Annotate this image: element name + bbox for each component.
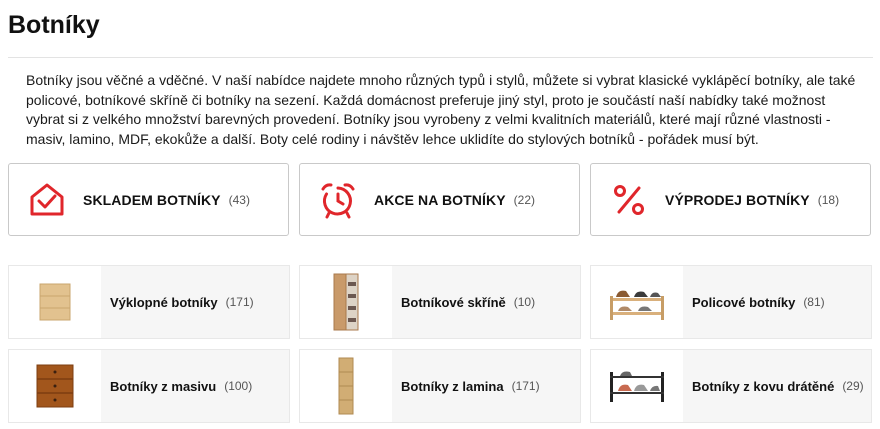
intro-text: Botníky jsou věčné a vděčné. V naší nabí…	[26, 72, 856, 147]
tilting-shoe-cabinet-image	[39, 283, 71, 321]
category-name: Botníky z masivu	[110, 378, 217, 394]
category-thumbnail	[591, 266, 683, 338]
house-check-icon	[30, 183, 64, 215]
wire-metal-rack-image	[610, 371, 664, 402]
category-shoe-wardrobes[interactable]: Botníkové skříně (10)	[299, 265, 581, 339]
category-name: Botníky z lamina	[401, 378, 504, 394]
laminate-cabinet-image	[338, 357, 354, 415]
category-name: Policové botníky	[692, 294, 796, 310]
promo-count: (43)	[228, 192, 250, 207]
promo-in-stock-button[interactable]: SKLADEM BOTNÍKY (43)	[8, 163, 289, 236]
percent-icon	[614, 184, 644, 215]
promo-count: (18)	[817, 192, 840, 207]
shelf-shoe-rack-image	[610, 290, 664, 320]
category-count: (10)	[513, 295, 536, 309]
category-count: (171)	[225, 295, 254, 309]
promo-count: (22)	[513, 192, 535, 207]
promo-clearance-button[interactable]: VÝPRODEJ BOTNÍKY (18)	[590, 163, 871, 236]
page-title: Botníky	[8, 11, 100, 39]
category-name: Botníkové skříně	[401, 294, 506, 310]
category-count: (29)	[842, 379, 864, 393]
category-thumbnail	[591, 350, 683, 422]
category-thumbnail	[9, 266, 101, 338]
category-thumbnail	[300, 266, 392, 338]
promo-label: SKLADEM BOTNÍKY	[83, 191, 221, 208]
category-thumbnail	[9, 350, 101, 422]
title-divider	[8, 57, 873, 58]
category-tilting-shoe-cabinets[interactable]: Výklopné botníky (171)	[8, 265, 290, 339]
shoe-wardrobe-image	[333, 273, 359, 331]
category-count: (171)	[511, 379, 540, 393]
solid-wood-cabinet-image	[36, 364, 74, 408]
promo-label: AKCE NA BOTNÍKY	[374, 191, 506, 208]
category-shelf-shoe-racks[interactable]: Policové botníky (81)	[590, 265, 872, 339]
category-wire-metal-racks[interactable]: Botníky z kovu drátěné (29)	[590, 349, 872, 423]
category-laminate-cabinets[interactable]: Botníky z lamina (171)	[299, 349, 581, 423]
category-count: (81)	[803, 295, 825, 309]
category-thumbnail	[300, 350, 392, 422]
category-name: Výklopné botníky	[110, 294, 218, 310]
category-name: Botníky z kovu drátěné	[692, 378, 835, 394]
alarm-clock-icon	[321, 182, 355, 218]
promo-sale-button[interactable]: AKCE NA BOTNÍKY (22)	[299, 163, 580, 236]
promo-label: VÝPRODEJ BOTNÍKY	[665, 191, 810, 208]
category-count: (100)	[224, 379, 253, 393]
category-solid-wood-cabinets[interactable]: Botníky z masivu (100)	[8, 349, 290, 423]
